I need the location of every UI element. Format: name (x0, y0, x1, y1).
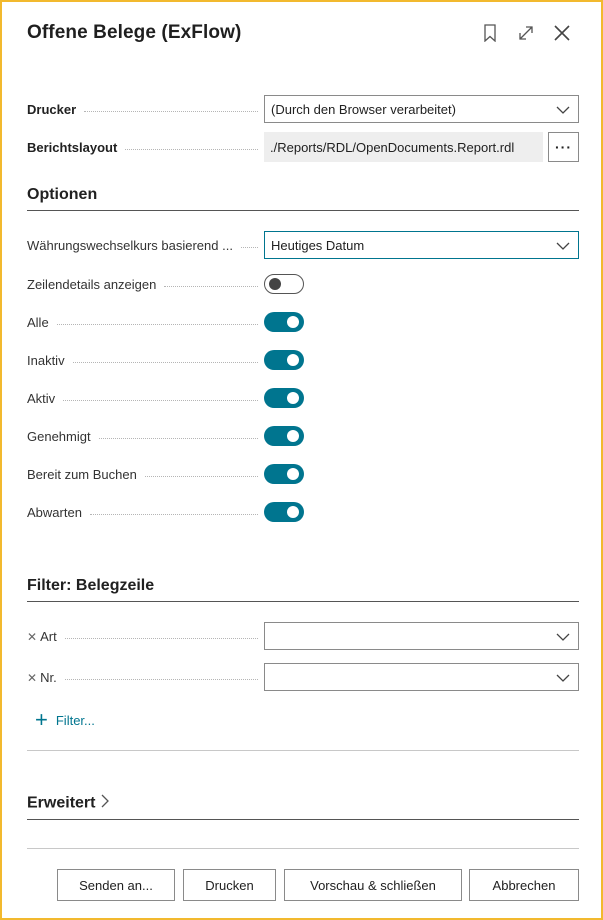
bookmark-icon[interactable] (479, 22, 501, 44)
advanced-heading-label: Erweitert (27, 794, 96, 812)
filter-row-type: ✕ Art (27, 622, 579, 650)
toggle-label: Inaktiv (27, 352, 264, 368)
filter-type-label: Art (40, 628, 57, 644)
footer-divider (27, 848, 579, 849)
dialog-frame: Offene Belege (ExFlow) Drucker (Durch de… (0, 0, 603, 920)
cancel-button[interactable]: Abbrechen (469, 869, 579, 901)
layout-row: Berichtslayout ./Reports/RDL/OpenDocumen… (27, 132, 579, 162)
toggle-row-ready-to-post: Bereit zum Buchen (27, 460, 579, 488)
exchange-rate-value: Heutiges Datum (271, 237, 365, 253)
toggle-row-all: Alle (27, 308, 579, 336)
remove-filter-icon[interactable]: ✕ (27, 671, 37, 685)
toggle-row-on-hold: Abwarten (27, 498, 579, 526)
filter-no-select[interactable] (264, 663, 579, 691)
filter-label: ✕ Art (27, 628, 264, 644)
line-details-toggle[interactable] (264, 274, 304, 294)
filter-row-no: ✕ Nr. (27, 663, 579, 691)
exchange-rate-row: Währungswechselkurs basierend ... Heutig… (27, 231, 579, 259)
toggle-row-inactive: Inaktiv (27, 346, 579, 374)
add-filter-link[interactable]: + Filter... (35, 707, 95, 732)
chevron-right-icon (100, 794, 110, 813)
active-toggle[interactable] (264, 388, 304, 408)
approved-toggle[interactable] (264, 426, 304, 446)
layout-field[interactable]: ./Reports/RDL/OpenDocuments.Report.rdl (264, 132, 543, 162)
layout-label: Berichtslayout (27, 139, 264, 155)
layout-lookup-button[interactable]: ··· (548, 132, 579, 162)
advanced-heading[interactable]: Erweitert (27, 794, 579, 820)
chevron-down-icon (556, 103, 570, 120)
toggle-row-approved: Genehmigt (27, 422, 579, 450)
options-heading: Optionen (27, 186, 579, 211)
toggle-label: Bereit zum Buchen (27, 466, 264, 482)
exchange-rate-select[interactable]: Heutiges Datum (264, 231, 579, 259)
filter-heading: Filter: Belegzeile (27, 577, 579, 602)
print-button[interactable]: Drucken (183, 869, 276, 901)
filter-label: ✕ Nr. (27, 669, 264, 685)
toggle-label: Alle (27, 314, 264, 330)
inactive-toggle[interactable] (264, 350, 304, 370)
toggle-label: Aktiv (27, 390, 264, 406)
printer-row: Drucker (Durch den Browser verarbeitet) (27, 95, 579, 123)
toggle-label: Abwarten (27, 504, 264, 520)
printer-select[interactable]: (Durch den Browser verarbeitet) (264, 95, 579, 123)
remove-filter-icon[interactable]: ✕ (27, 630, 37, 644)
toggle-row-line-details: Zeilendetails anzeigen (27, 270, 579, 298)
filter-type-select[interactable] (264, 622, 579, 650)
toggle-label: Zeilendetails anzeigen (27, 276, 264, 292)
close-icon[interactable] (551, 22, 573, 44)
send-to-button[interactable]: Senden an... (57, 869, 175, 901)
printer-value: (Durch den Browser verarbeitet) (271, 101, 456, 117)
filter-divider (27, 750, 579, 751)
expand-icon[interactable] (515, 22, 537, 44)
exchange-rate-label: Währungswechselkurs basierend ... (27, 237, 264, 253)
layout-value: ./Reports/RDL/OpenDocuments.Report.rdl (270, 139, 515, 155)
chevron-down-icon (556, 630, 570, 647)
ready-to-post-toggle[interactable] (264, 464, 304, 484)
filter-no-label: Nr. (40, 669, 57, 685)
plus-icon: + (35, 707, 48, 732)
toggle-row-active: Aktiv (27, 384, 579, 412)
chevron-down-icon (556, 671, 570, 688)
window-controls (479, 22, 573, 44)
preview-close-button[interactable]: Vorschau & schließen (284, 869, 462, 901)
on-hold-toggle[interactable] (264, 502, 304, 522)
chevron-down-icon (556, 239, 570, 256)
dialog-title: Offene Belege (ExFlow) (27, 22, 242, 43)
toggle-label: Genehmigt (27, 428, 264, 444)
all-toggle[interactable] (264, 312, 304, 332)
printer-label: Drucker (27, 101, 264, 117)
add-filter-label: Filter... (55, 712, 95, 728)
